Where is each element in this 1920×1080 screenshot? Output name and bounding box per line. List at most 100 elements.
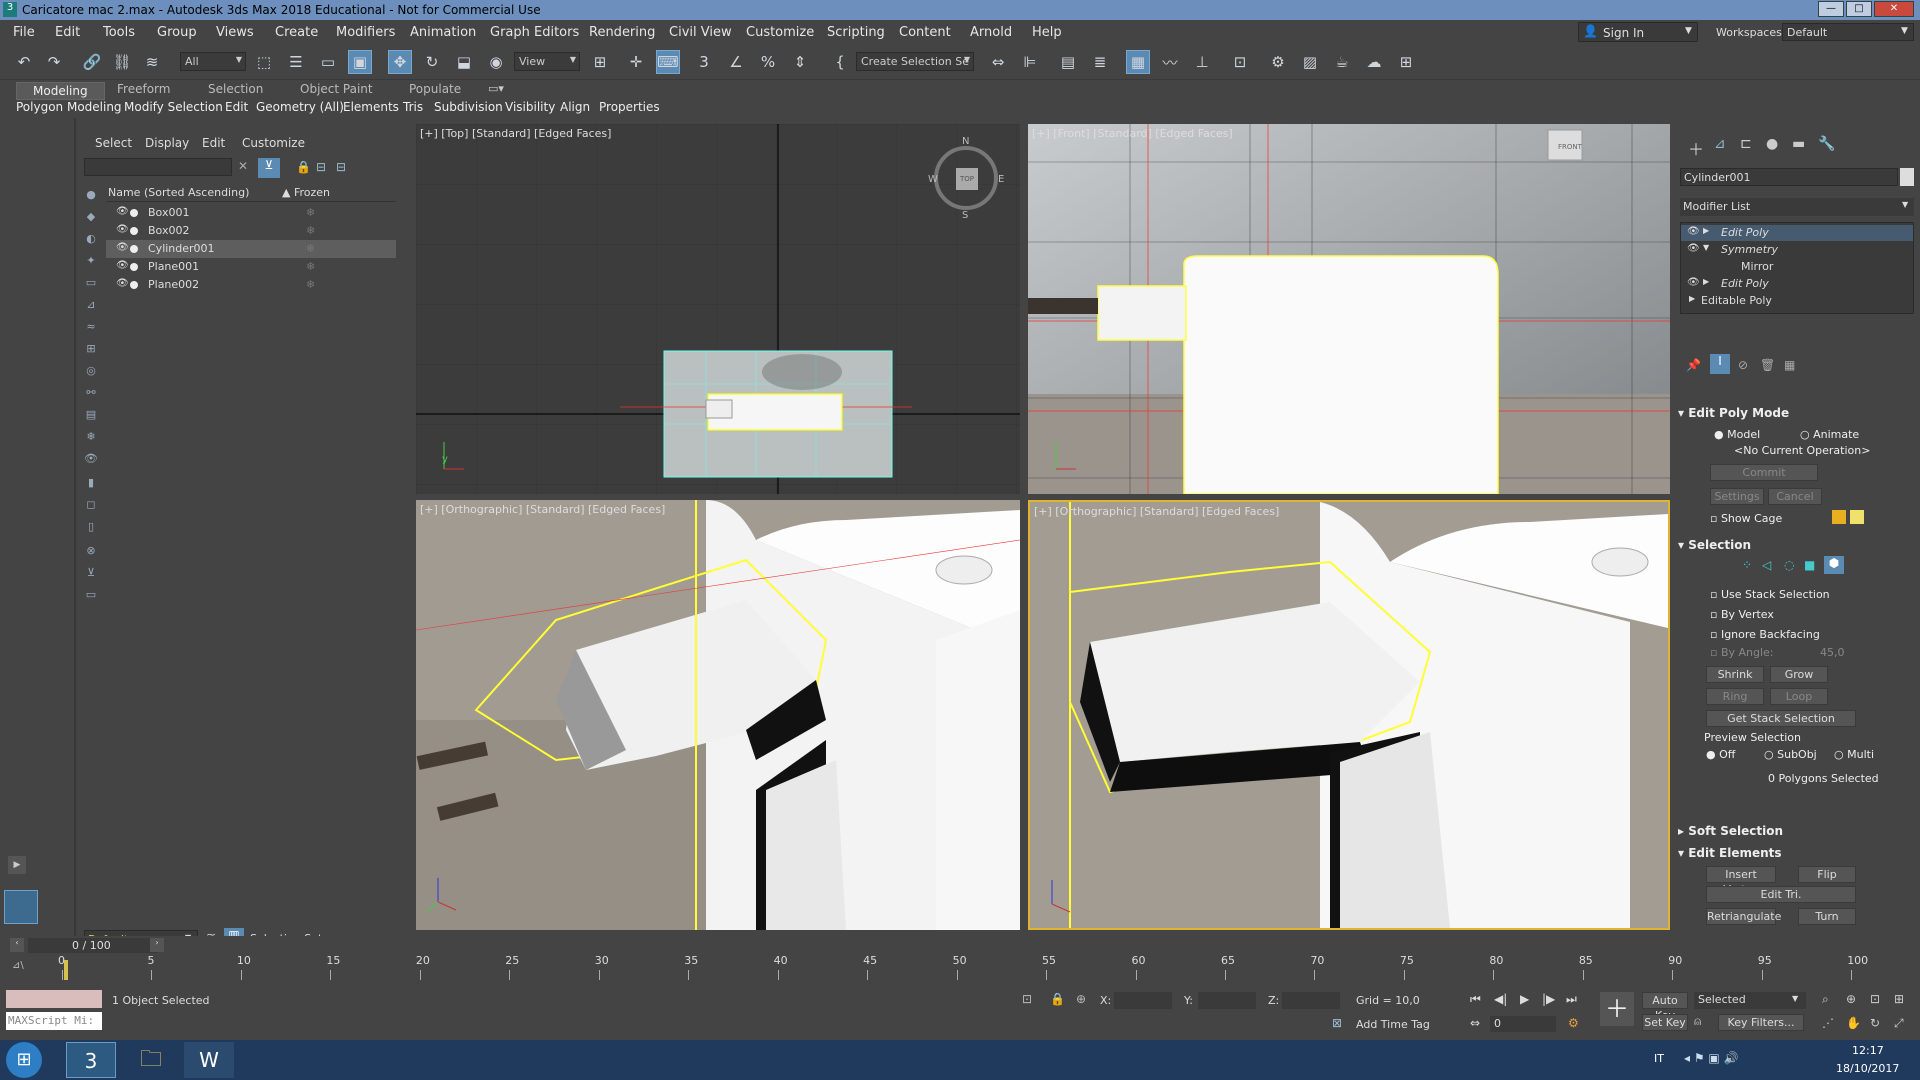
frozen-icon[interactable]: ❄ — [306, 242, 315, 255]
scale-icon[interactable]: ⬓ — [452, 50, 476, 74]
lock-icon[interactable]: 🔒 — [296, 160, 311, 174]
time-slider[interactable]: 0 / 100 — [28, 938, 158, 953]
time-config-icon[interactable]: ⚙ — [1568, 1016, 1579, 1030]
ribbon-tris[interactable]: Tris — [403, 100, 423, 114]
display-bones-icon[interactable]: ⚯ — [82, 386, 100, 402]
tab-object-paint[interactable]: Object Paint — [300, 82, 373, 96]
vertex-mode-icon[interactable]: ⁘ — [1742, 558, 1752, 572]
column-name[interactable]: Name (Sorted Ascending) — [108, 186, 249, 199]
maxscript-input[interactable]: MAXScript Mi: — [6, 1012, 102, 1030]
zoom-extents-icon[interactable]: ⊡ — [1870, 992, 1880, 1006]
soft-selection-header[interactable]: ▸ Soft Selection — [1678, 824, 1783, 838]
language-indicator[interactable]: IT — [1654, 1052, 1664, 1065]
align-icon[interactable]: ⊫ — [1018, 50, 1042, 74]
render-dot-icon[interactable] — [130, 245, 138, 253]
time-cursor[interactable] — [64, 960, 68, 980]
viewport-ortho-right-label[interactable]: [+] [Orthographic] [Standard] [Edged Fac… — [1034, 505, 1279, 518]
edit-elements-header[interactable]: ▾ Edit Elements — [1678, 846, 1782, 860]
configure-sets-icon[interactable]: ▦ — [1784, 358, 1795, 372]
shrink-button[interactable]: Shrink — [1706, 666, 1764, 683]
turn-button[interactable]: Turn — [1798, 908, 1856, 925]
menu-rendering[interactable]: Rendering — [589, 25, 655, 40]
schematic-view-icon[interactable]: ⊥ — [1190, 50, 1214, 74]
render-setup-icon[interactable]: ⚙ — [1266, 50, 1290, 74]
keyboard-shortcut-icon[interactable]: ⌨ — [656, 50, 680, 74]
angle-snap-icon[interactable]: ∠ — [724, 50, 748, 74]
curve-editor-icon[interactable]: 〰 — [1158, 50, 1182, 74]
menu-views[interactable]: Views — [216, 25, 254, 40]
placement-icon[interactable]: ◉ — [484, 50, 508, 74]
pivot-icon[interactable]: ⊞ — [588, 50, 612, 74]
display-frozen-icon[interactable]: ❄ — [82, 430, 100, 446]
window-crossing-icon[interactable]: ▣ — [348, 50, 372, 74]
redo-icon[interactable]: ↷ — [42, 50, 66, 74]
add-time-tag[interactable]: Add Time Tag — [1356, 1018, 1430, 1031]
field-of-view-icon[interactable]: ⋰ — [1822, 1016, 1834, 1030]
viewport-layout-icon[interactable] — [4, 890, 38, 924]
ribbon-geometry-all[interactable]: Geometry (All) — [256, 100, 344, 114]
polygon-mode-icon[interactable]: ■ — [1804, 558, 1815, 572]
menu-file[interactable]: File — [13, 25, 35, 40]
set-key-big-icon[interactable]: ＋ — [1600, 992, 1634, 1026]
display-geometry-icon[interactable]: ◆ — [82, 210, 100, 226]
sign-in-button[interactable]: 👤 Sign In ▼ — [1578, 22, 1698, 42]
render-dot-icon[interactable] — [130, 209, 138, 217]
play-icon[interactable]: ▶ — [1520, 992, 1529, 1006]
selection-filter-dropdown[interactable]: All ▼ — [180, 52, 246, 71]
render-dot-icon[interactable] — [130, 227, 138, 235]
filter-icon[interactable]: ⊻ — [258, 158, 280, 178]
cage-color-2[interactable] — [1850, 510, 1864, 524]
ribbon-toggle-icon[interactable]: ▦ — [1126, 50, 1150, 74]
display-lights-icon[interactable]: ✦ — [82, 254, 100, 270]
scene-row[interactable]: 👁 Plane001 ❄ — [106, 258, 396, 276]
scene-menu-edit[interactable]: Edit — [202, 136, 225, 150]
display-groups-icon[interactable]: ⊞ — [82, 342, 100, 358]
frozen-icon[interactable]: ❄ — [306, 260, 315, 273]
settings-button[interactable]: Settings — [1710, 488, 1764, 505]
cage-color-1[interactable] — [1832, 510, 1846, 524]
stack-item-edit-poly-2[interactable]: 👁 ▶ Edit Poly — [1681, 276, 1913, 292]
preview-subobj-radio[interactable]: ○ SubObj — [1764, 748, 1817, 761]
cancel-button[interactable]: Cancel — [1768, 488, 1822, 505]
eye-icon[interactable]: 👁 — [116, 278, 129, 289]
display-containers-icon[interactable]: ▤ — [82, 408, 100, 424]
scene-row[interactable]: 👁 Box001 ❄ — [106, 204, 396, 222]
zoom-icon[interactable]: ⌕ — [1822, 992, 1829, 1007]
eye-icon[interactable]: 👁 — [116, 224, 129, 235]
ribbon-visibility[interactable]: Visibility — [505, 100, 555, 114]
menu-create[interactable]: Create — [275, 25, 318, 40]
remove-modifier-icon[interactable]: 🗑 — [1760, 358, 1775, 372]
link-icon[interactable]: 🔗 — [80, 50, 104, 74]
tray-icons[interactable]: ◂ ⚑ ▣ 🔊 — [1684, 1051, 1739, 1065]
close-button[interactable]: ✕ — [1874, 1, 1914, 17]
viewport-top-label[interactable]: [+] [Top] [Standard] [Edged Faces] — [420, 127, 611, 140]
zoom-all-icon[interactable]: ⊕ — [1846, 992, 1856, 1006]
model-radio[interactable]: ● Model — [1714, 428, 1760, 441]
hierarchy-icon[interactable]: ⊟ — [316, 160, 326, 174]
clock-time[interactable]: 12:17 — [1852, 1044, 1884, 1057]
get-stack-selection-button[interactable]: Get Stack Selection — [1706, 710, 1856, 727]
commit-button[interactable]: Commit — [1710, 464, 1818, 481]
by-vertex-checkbox[interactable]: ▫ By Vertex — [1710, 608, 1774, 621]
column-frozen[interactable]: ▲ Frozen — [282, 186, 330, 199]
menu-content[interactable]: Content — [899, 25, 951, 40]
key-mode-icon[interactable]: ⇔ — [1470, 1016, 1480, 1030]
workspace-dropdown[interactable]: Default ▼ — [1782, 23, 1914, 41]
percent-snap-icon[interactable]: % — [756, 50, 780, 74]
animate-radio[interactable]: ○ Animate — [1800, 428, 1859, 441]
menu-animation[interactable]: Animation — [410, 25, 476, 40]
menu-tools[interactable]: Tools — [103, 25, 135, 40]
display-hidden-icon[interactable]: 👁 — [82, 452, 100, 468]
z-field[interactable] — [1282, 992, 1340, 1009]
scene-row[interactable]: 👁 Plane002 ❄ — [106, 276, 396, 294]
ribbon-edit[interactable]: Edit — [225, 100, 248, 114]
edit-named-selection-icon[interactable]: { — [828, 50, 852, 74]
show-end-result-icon[interactable]: Ⅰ — [1710, 354, 1730, 374]
zoom-extents-all-icon[interactable]: ⊞ — [1894, 992, 1904, 1006]
prev-frame-icon[interactable]: ◀| — [1494, 992, 1507, 1006]
display-shapes-icon[interactable]: ◐ — [82, 232, 100, 248]
viewcube-compass[interactable]: N S W E TOP — [928, 136, 1004, 221]
modify-tab-icon[interactable]: ⊿ — [1714, 136, 1726, 152]
stack-item-mirror[interactable]: Mirror — [1681, 259, 1913, 275]
eye-icon[interactable]: 👁 — [1687, 226, 1700, 237]
